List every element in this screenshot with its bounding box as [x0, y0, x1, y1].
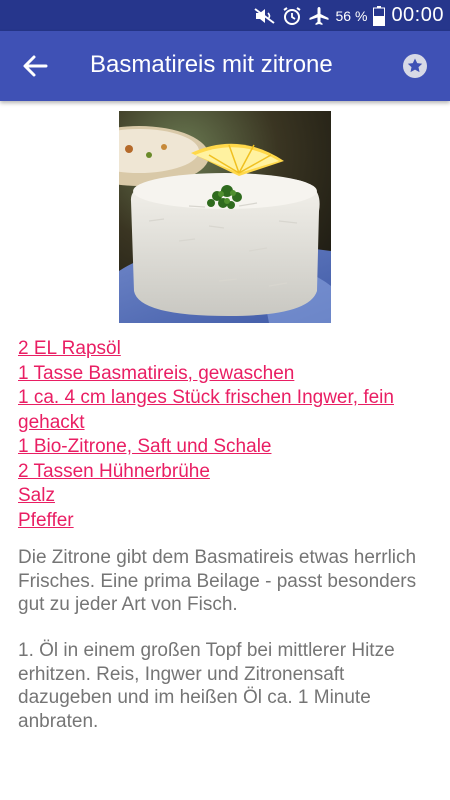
- ingredient-link[interactable]: Salz: [18, 485, 55, 506]
- ingredient-list: 2 EL Rapsöl 1 Tasse Basmatireis, gewasch…: [18, 337, 438, 533]
- star-icon[interactable]: [402, 53, 428, 79]
- recipe-description: Die Zitrone gibt dem Basmatireis etwas h…: [18, 547, 417, 615]
- ingredient-item: Salz: [18, 484, 438, 509]
- app-bar: Basmatireis mit zitrone: [0, 31, 450, 101]
- alarm-icon: [282, 6, 302, 26]
- battery-percent: 56 %: [335, 7, 368, 24]
- ingredient-link[interactable]: 2 Tassen Hühnerbrühe: [18, 461, 210, 482]
- ingredient-item: 1 ca. 4 cm langes Stück frischen Ingwer,…: [18, 386, 438, 435]
- recipe-photo: [119, 111, 331, 323]
- recipe-content: 2 EL Rapsöl 1 Tasse Basmatireis, gewasch…: [0, 101, 450, 800]
- ingredient-link[interactable]: 2 EL Rapsöl: [18, 338, 121, 359]
- ingredient-item: 1 Bio-Zitrone, Saft und Schale: [18, 435, 438, 460]
- clock: 00:00: [391, 4, 444, 26]
- battery-icon: [373, 5, 386, 26]
- ingredient-link[interactable]: 1 Tasse Basmatireis, gewaschen: [18, 363, 294, 384]
- arrow-back-icon[interactable]: [20, 52, 50, 80]
- ingredient-link[interactable]: Pfeffer: [18, 510, 74, 531]
- mute-icon: [253, 7, 276, 25]
- page-title: Basmatireis mit zitrone: [90, 51, 333, 78]
- ingredient-item: 1 Tasse Basmatireis, gewaschen: [18, 362, 438, 387]
- status-icons: 56 % 00:00: [253, 0, 444, 31]
- ingredient-item: 2 EL Rapsöl: [18, 337, 438, 362]
- status-bar: 56 % 00:00: [0, 0, 450, 31]
- recipe-step: 1. Öl in einem großen Topf bei mittlerer…: [18, 640, 395, 732]
- ingredient-item: Pfeffer: [18, 509, 438, 534]
- ingredient-link[interactable]: 1 Bio-Zitrone, Saft und Schale: [18, 436, 271, 457]
- ingredient-link[interactable]: 1 ca. 4 cm langes Stück frischen Ingwer,…: [18, 387, 394, 433]
- airplane-mode-icon: [308, 6, 330, 26]
- ingredient-item: 2 Tassen Hühnerbrühe: [18, 460, 438, 485]
